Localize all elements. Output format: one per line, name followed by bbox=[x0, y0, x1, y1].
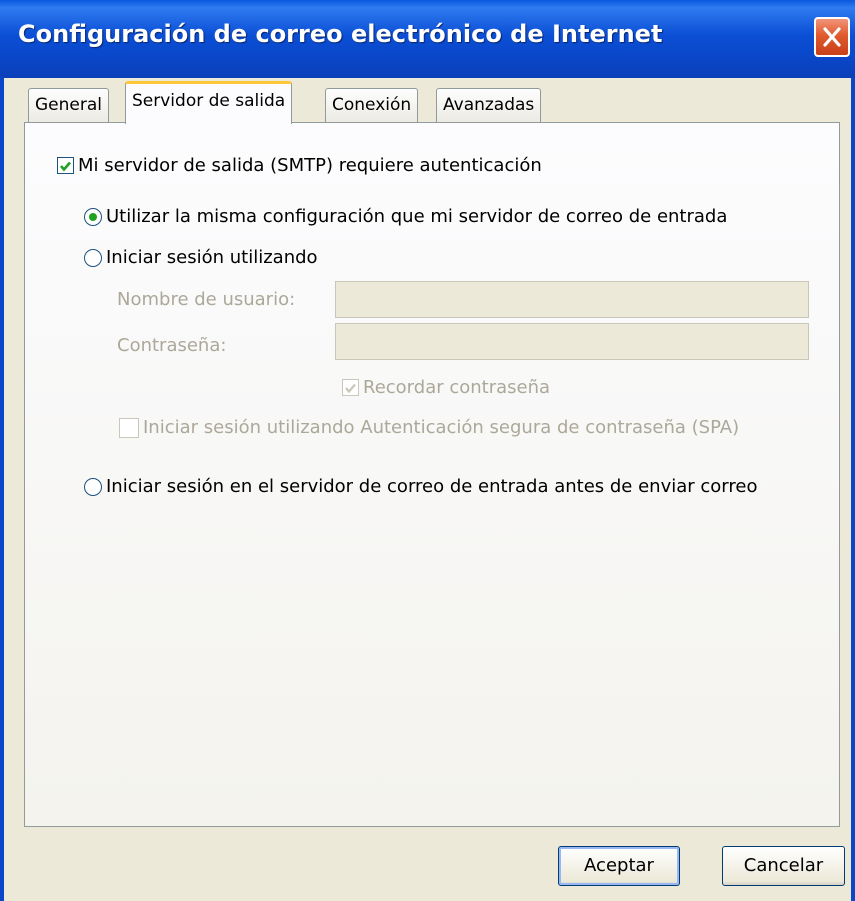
radio-incoming-first-row[interactable]: Iniciar sesión en el servidor de correo … bbox=[84, 476, 757, 497]
remember-password-row[interactable]: Recordar contraseña bbox=[342, 377, 550, 398]
radio-login-label: Iniciar sesión utilizando bbox=[106, 247, 318, 268]
tab-avanzadas[interactable]: Avanzadas bbox=[436, 88, 542, 122]
radio-same-config-label: Utilizar la misma configuración que mi s… bbox=[106, 206, 728, 227]
spa-row[interactable]: Iniciar sesión utilizando Autenticación … bbox=[119, 417, 739, 438]
tab-servidor-de-salida[interactable]: Servidor de salida bbox=[125, 81, 293, 124]
remember-password-checkbox[interactable] bbox=[342, 379, 359, 396]
smtp-auth-checkbox[interactable] bbox=[57, 157, 74, 174]
radio-login-row[interactable]: Iniciar sesión utilizando bbox=[84, 247, 318, 268]
smtp-auth-row[interactable]: Mi servidor de salida (SMTP) requiere au… bbox=[57, 155, 542, 176]
spa-label: Iniciar sesión utilizando Autenticación … bbox=[143, 417, 740, 438]
window-title: Configuración de correo electrónico de I… bbox=[18, 20, 663, 48]
remember-password-label: Recordar contraseña bbox=[363, 377, 551, 398]
smtp-auth-label: Mi servidor de salida (SMTP) requiere au… bbox=[78, 155, 542, 176]
ok-button[interactable]: Aceptar bbox=[558, 846, 680, 886]
tab-panel-servidor-de-salida: Mi servidor de salida (SMTP) requiere au… bbox=[24, 122, 840, 827]
radio-incoming-first[interactable] bbox=[84, 477, 102, 496]
close-icon bbox=[823, 27, 841, 47]
spa-checkbox[interactable] bbox=[119, 417, 139, 438]
tab-strip: General Servidor de salida Conexión Avan… bbox=[0, 78, 855, 124]
password-label: Contraseña: bbox=[117, 335, 227, 356]
username-field[interactable] bbox=[335, 281, 809, 318]
close-button[interactable] bbox=[814, 17, 850, 57]
title-bar: Configuración de correo electrónico de I… bbox=[0, 0, 855, 78]
checkmark-icon bbox=[60, 161, 71, 171]
radio-same-config-row[interactable]: Utilizar la misma configuración que mi s… bbox=[84, 206, 727, 227]
tab-conexion[interactable]: Conexión bbox=[325, 88, 419, 122]
cancel-button[interactable]: Cancelar bbox=[722, 846, 845, 886]
window-frame-right bbox=[851, 78, 855, 901]
radio-same-config[interactable] bbox=[84, 207, 102, 226]
checkmark-icon bbox=[345, 383, 356, 393]
radio-login-using[interactable] bbox=[84, 248, 102, 267]
radio-incoming-first-label: Iniciar sesión en el servidor de correo … bbox=[106, 476, 758, 497]
username-label: Nombre de usuario: bbox=[117, 289, 296, 310]
window-frame-left bbox=[0, 78, 4, 901]
tab-general[interactable]: General bbox=[28, 88, 109, 122]
password-field[interactable] bbox=[335, 323, 809, 360]
